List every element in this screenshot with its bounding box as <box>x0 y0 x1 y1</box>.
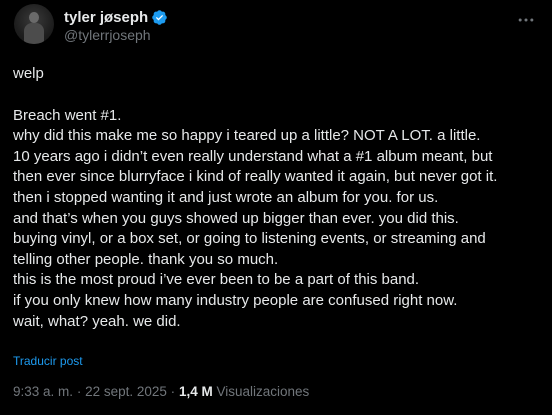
post-date[interactable]: 22 sept. 2025 <box>85 384 167 399</box>
tweet-line: welp <box>13 65 44 82</box>
author-handle[interactable]: @tylerrjoseph <box>64 27 168 43</box>
author-names: tyler jøseph @tylerrjoseph <box>64 7 168 43</box>
tweet-line: buying vinyl, or a box set, or going to … <box>13 230 486 248</box>
tweet-line: if you only knew how many industry peopl… <box>13 291 458 309</box>
avatar-figure-head <box>29 12 39 23</box>
tweet-line: then i stopped wanting it and just wrote… <box>13 188 439 206</box>
tweet-line: 10 years ago i didn’t even really unders… <box>13 147 493 165</box>
author-display-name[interactable]: tyler jøseph <box>64 9 148 26</box>
meta-separator: · <box>170 384 176 399</box>
views-label: Visualizaciones <box>216 384 310 399</box>
verified-badge-icon <box>152 9 167 25</box>
views-count: 1,4 M <box>178 384 213 399</box>
post-time[interactable]: 9:33 a. m. <box>13 384 73 399</box>
author-avatar[interactable] <box>14 4 54 44</box>
tweet-line: wait, what? yeah. we did. <box>13 312 181 330</box>
tweet-line: why did this make me so happy i teared u… <box>13 127 481 145</box>
tweet-line: telling other people. thank you so much. <box>13 250 279 268</box>
tweet-text: welp Breach went #1. why did this make m… <box>13 64 543 332</box>
tweet-line: then ever since blurryface i kind of rea… <box>13 168 498 186</box>
avatar-figure-body <box>24 23 44 44</box>
tweet-card: tyler jøseph @tylerrjoseph welp Breach w… <box>0 0 552 415</box>
meta-separator: · <box>76 384 82 399</box>
tweet-line: Breach went #1. <box>13 106 122 124</box>
translate-post-link[interactable]: Traducir post <box>13 354 83 368</box>
tweet-header: tyler jøseph @tylerrjoseph <box>12 4 540 48</box>
display-name-row: tyler jøseph <box>64 7 168 27</box>
more-horizontal-icon[interactable] <box>516 10 536 30</box>
tweet-line: and that’s when you guys showed up bigge… <box>13 209 459 227</box>
tweet-line: this is the most proud i’ve ever been to… <box>13 271 420 289</box>
tweet-meta: 9:33 a. m. · 22 sept. 2025 · 1,4 M Visua… <box>13 384 309 399</box>
